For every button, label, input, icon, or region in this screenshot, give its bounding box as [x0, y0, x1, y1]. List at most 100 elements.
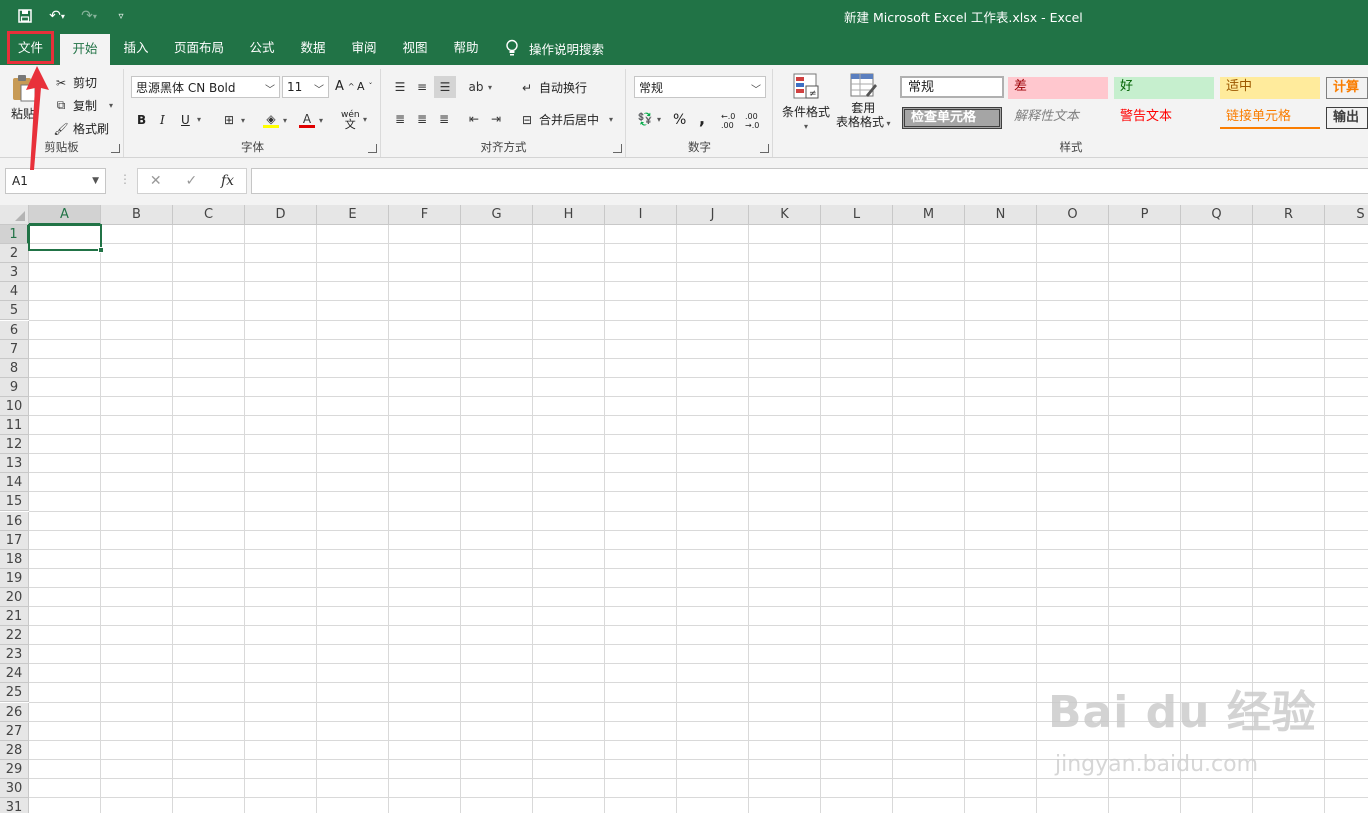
insert-function-button[interactable]: fx	[221, 173, 234, 189]
row-header-25[interactable]: 25	[0, 683, 29, 703]
style-linked-cell[interactable]: 链接单元格	[1220, 107, 1320, 129]
tab-data[interactable]: 数据	[291, 31, 335, 65]
bold-button[interactable]: B	[137, 113, 146, 127]
style-neutral[interactable]: 适中	[1220, 77, 1320, 99]
style-good[interactable]: 好	[1114, 77, 1214, 99]
column-header-i[interactable]: I	[605, 205, 677, 225]
column-header-p[interactable]: P	[1109, 205, 1181, 225]
tab-help[interactable]: 帮助	[444, 31, 488, 65]
row-header-19[interactable]: 19	[0, 568, 29, 588]
row-header-21[interactable]: 21	[0, 607, 29, 626]
tab-insert[interactable]: 插入	[114, 31, 158, 65]
merge-center-button[interactable]: ⊟ 合并后居中 ▾	[519, 111, 613, 128]
row-header-23[interactable]: 23	[0, 645, 29, 665]
redo-icon[interactable]: ↷ ▾	[78, 6, 100, 26]
italic-button[interactable]: I	[160, 113, 165, 127]
select-all-button[interactable]	[0, 205, 29, 225]
orientation-button[interactable]: ab ▾	[468, 79, 493, 95]
increase-font-icon[interactable]: A ^	[335, 79, 355, 94]
tab-view[interactable]: 视图	[393, 31, 437, 65]
row-header-1[interactable]: 1	[0, 225, 29, 244]
increase-indent-icon[interactable]: ⇥	[488, 111, 504, 127]
row-header-17[interactable]: 17	[0, 530, 29, 550]
column-header-j[interactable]: J	[677, 205, 749, 225]
comma-button[interactable]: ,	[699, 109, 705, 128]
row-header-26[interactable]: 26	[0, 702, 29, 722]
row-header-27[interactable]: 27	[0, 721, 29, 741]
font-color-button[interactable]: A ▾	[299, 112, 323, 128]
align-middle-icon[interactable]: ≡	[414, 79, 430, 95]
number-format-select[interactable]: 常规 ﹀	[634, 76, 766, 98]
number-launcher-icon[interactable]	[760, 144, 769, 153]
align-top-icon[interactable]: ☰	[392, 79, 408, 95]
column-header-a[interactable]: A	[29, 205, 101, 225]
column-header-e[interactable]: E	[317, 205, 389, 225]
tab-file[interactable]: 文件	[7, 31, 54, 64]
column-header-s[interactable]: S	[1325, 205, 1368, 225]
decrease-decimal-icon[interactable]: .00 →.0	[745, 112, 759, 130]
row-header-2[interactable]: 2	[0, 244, 29, 264]
enter-icon[interactable]: ✓	[185, 173, 197, 189]
style-check-cell[interactable]: 检查单元格	[902, 107, 1002, 129]
align-center-icon[interactable]: ≣	[414, 111, 430, 127]
tab-formulas[interactable]: 公式	[240, 31, 284, 65]
active-cell-a1[interactable]	[28, 224, 102, 251]
increase-decimal-icon[interactable]: ←.0.00	[721, 112, 735, 130]
column-header-q[interactable]: Q	[1181, 205, 1253, 225]
formula-bar-splitter-icon[interactable]: ⋮	[119, 172, 131, 186]
clipboard-launcher-icon[interactable]	[111, 144, 120, 153]
row-header-30[interactable]: 30	[0, 778, 29, 798]
row-header-12[interactable]: 12	[0, 435, 29, 455]
border-button[interactable]: ⊞ ▾	[221, 112, 245, 128]
row-header-13[interactable]: 13	[0, 454, 29, 474]
formula-input[interactable]	[251, 168, 1368, 194]
align-right-icon[interactable]: ≣	[436, 111, 452, 127]
style-explanatory[interactable]: 解释性文本	[1008, 107, 1108, 129]
phonetic-guide-icon[interactable]: wén 文	[341, 111, 360, 131]
underline-dropdown-icon[interactable]: ▾	[197, 115, 201, 124]
font-size-select[interactable]: 11 ﹀	[282, 76, 329, 98]
undo-icon[interactable]: ↶ ▾	[46, 6, 68, 26]
row-header-3[interactable]: 3	[0, 263, 29, 283]
tab-page-layout[interactable]: 页面布局	[166, 31, 232, 65]
row-header-7[interactable]: 7	[0, 339, 29, 359]
style-calculation[interactable]: 计算	[1326, 77, 1368, 99]
row-header-20[interactable]: 20	[0, 587, 29, 607]
column-header-h[interactable]: H	[533, 205, 605, 225]
column-header-g[interactable]: G	[461, 205, 533, 225]
row-header-22[interactable]: 22	[0, 626, 29, 646]
row-header-18[interactable]: 18	[0, 549, 29, 569]
copy-dropdown-icon[interactable]: ▾	[109, 101, 113, 110]
cut-button[interactable]: ✂ 剪切	[53, 74, 97, 91]
style-warning[interactable]: 警告文本	[1114, 107, 1214, 129]
save-icon[interactable]	[14, 6, 36, 26]
wrap-text-button[interactable]: ↵ 自动换行	[519, 79, 587, 96]
column-header-o[interactable]: O	[1037, 205, 1109, 225]
row-header-11[interactable]: 11	[0, 416, 29, 435]
font-name-select[interactable]: 思源黑体 CN Bold ﹀	[131, 76, 280, 98]
column-header-d[interactable]: D	[245, 205, 317, 225]
decrease-font-icon[interactable]: Aˇ	[357, 80, 373, 93]
row-header-24[interactable]: 24	[0, 664, 29, 684]
column-header-l[interactable]: L	[821, 205, 893, 225]
row-header-28[interactable]: 28	[0, 740, 29, 760]
row-header-5[interactable]: 5	[0, 301, 29, 321]
conditional-formatting-button[interactable]: ≠ 条件格式 ▾	[782, 71, 830, 131]
font-launcher-icon[interactable]	[368, 144, 377, 153]
tab-review[interactable]: 审阅	[342, 31, 386, 65]
underline-button[interactable]: U	[181, 113, 190, 127]
row-header-31[interactable]: 31	[0, 798, 29, 813]
align-left-icon[interactable]: ≣	[392, 111, 408, 127]
align-bottom-icon[interactable]: ☰	[434, 76, 456, 98]
style-normal[interactable]: 常规	[900, 76, 1004, 98]
alignment-launcher-icon[interactable]	[613, 144, 622, 153]
row-header-4[interactable]: 4	[0, 282, 29, 302]
column-header-f[interactable]: F	[389, 205, 461, 225]
row-header-15[interactable]: 15	[0, 492, 29, 512]
column-header-c[interactable]: C	[173, 205, 245, 225]
fill-handle[interactable]	[98, 247, 104, 253]
style-output[interactable]: 输出	[1326, 107, 1368, 129]
customize-qat-icon[interactable]: ▿	[110, 6, 132, 26]
style-bad[interactable]: 差	[1008, 77, 1108, 99]
column-header-k[interactable]: K	[749, 205, 821, 225]
